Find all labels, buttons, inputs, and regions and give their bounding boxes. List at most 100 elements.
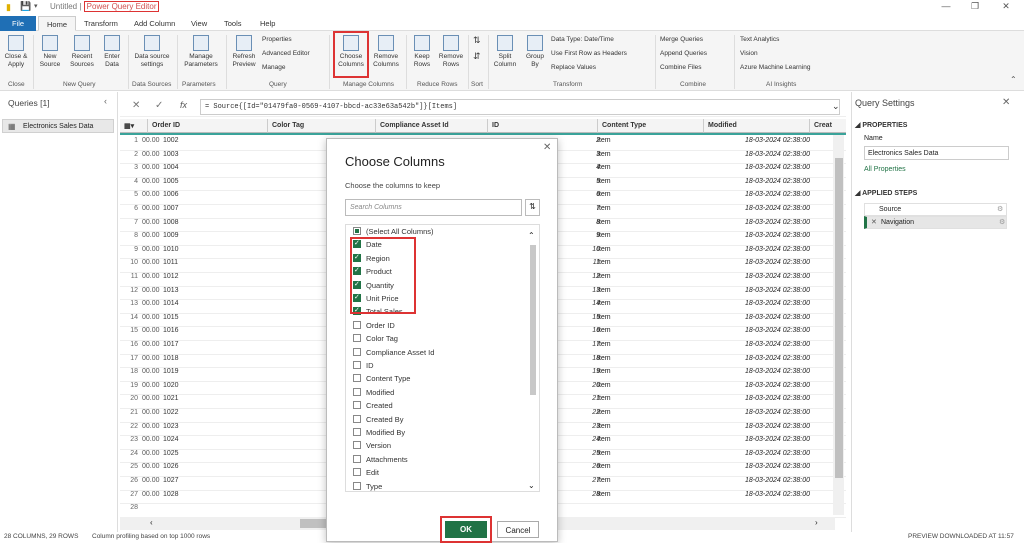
sort-columns-icon[interactable]: ⇅: [525, 199, 540, 216]
table-cell[interactable]: 00.00: [142, 219, 160, 226]
save-icon[interactable]: 💾: [20, 1, 31, 12]
profiling-status[interactable]: Column profiling based on top 1000 rows: [92, 533, 210, 540]
column-header-content-type[interactable]: Content Type: [598, 119, 704, 133]
tab-view[interactable]: View: [183, 16, 215, 31]
table-cell[interactable]: 00.00: [142, 314, 160, 321]
checkbox-icon[interactable]: [353, 361, 361, 369]
column-checkbox-item[interactable]: Created By: [353, 414, 523, 428]
close-dialog-icon[interactable]: ✕: [543, 142, 551, 153]
table-cell[interactable]: 14: [120, 314, 140, 321]
column-checkbox-item[interactable]: Type: [353, 481, 523, 491]
column-checkbox-item[interactable]: ID: [353, 361, 523, 374]
table-cell[interactable]: 00.00: [142, 300, 160, 307]
table-cell[interactable]: 00.00: [142, 205, 160, 212]
table-cell[interactable]: 18-03-2024 02:38:00: [704, 314, 810, 321]
advanced-editor-button[interactable]: Advanced Editor: [262, 50, 310, 58]
table-cell[interactable]: 22: [120, 423, 140, 430]
table-cell[interactable]: 18-03-2024 02:38:00: [704, 368, 810, 375]
table-cell[interactable]: 1024: [163, 436, 179, 443]
table-cell[interactable]: Item: [597, 450, 611, 457]
table-cell[interactable]: 18-03-2024 02:38:00: [704, 178, 810, 185]
table-cell[interactable]: 11: [120, 273, 140, 280]
table-cell[interactable]: Item: [597, 219, 611, 226]
close-pane-icon[interactable]: ✕: [1002, 97, 1010, 108]
tab-add-column[interactable]: Add Column: [126, 16, 183, 31]
table-cell[interactable]: 00.00: [142, 191, 160, 198]
table-cell[interactable]: 4: [120, 178, 140, 185]
table-cell[interactable]: 00.00: [142, 409, 160, 416]
column-checkbox-item[interactable]: Content Type: [353, 374, 523, 387]
table-cell[interactable]: 1005: [163, 178, 179, 185]
table-cell[interactable]: Item: [597, 314, 611, 321]
table-cell[interactable]: 1011: [163, 259, 178, 266]
table-cell[interactable]: 18-03-2024 02:38:00: [704, 246, 810, 253]
table-cell[interactable]: 1021: [163, 395, 179, 402]
table-cell[interactable]: 18-03-2024 02:38:00: [704, 395, 810, 402]
table-cell[interactable]: 18-03-2024 02:38:00: [704, 205, 810, 212]
recent-sources-button[interactable]: Recent Sources: [67, 35, 97, 69]
table-cell[interactable]: 1025: [163, 450, 179, 457]
table-cell[interactable]: 18-03-2024 02:38:00: [704, 232, 810, 239]
tab-tools[interactable]: Tools: [216, 16, 250, 31]
cancel-formula-icon[interactable]: ✕: [132, 100, 140, 111]
data-type-dropdown[interactable]: Data Type: Date/Time: [551, 36, 614, 44]
table-cell[interactable]: 1028: [163, 491, 179, 498]
checkbox-icon[interactable]: [353, 227, 361, 235]
step-navigation[interactable]: ✕ Navigation ⚙: [864, 216, 1007, 229]
column-checkbox-item[interactable]: Created: [353, 401, 523, 414]
table-cell[interactable]: 5: [120, 191, 140, 198]
table-cell[interactable]: Item: [597, 246, 611, 253]
table-cell[interactable]: 18-03-2024 02:38:00: [704, 300, 810, 307]
sort-descending-icon[interactable]: ⇵: [473, 52, 481, 61]
table-cell[interactable]: 00.00: [142, 287, 160, 294]
choose-columns-button[interactable]: Choose Columns: [333, 31, 369, 78]
table-cell[interactable]: 1027: [163, 477, 179, 484]
table-cell[interactable]: Item: [597, 395, 611, 402]
table-cell[interactable]: 23: [120, 436, 140, 443]
table-cell[interactable]: 25: [120, 463, 140, 470]
table-cell[interactable]: 3: [120, 164, 140, 171]
checkbox-icon[interactable]: [353, 387, 361, 396]
azure-ml-button[interactable]: Azure Machine Learning: [740, 64, 810, 72]
group-by-button[interactable]: Group By: [522, 35, 548, 69]
table-cell[interactable]: 1002: [163, 137, 179, 144]
table-cell[interactable]: Item: [597, 164, 611, 171]
table-cell[interactable]: 1017: [163, 341, 179, 348]
table-cell[interactable]: 00.00: [142, 463, 160, 470]
table-cell[interactable]: 1007: [163, 205, 179, 212]
tab-home[interactable]: Home: [38, 16, 77, 31]
checkbox-icon[interactable]: [353, 401, 361, 410]
close-window-icon[interactable]: ✕: [996, 1, 1016, 15]
table-cell[interactable]: 00.00: [142, 259, 160, 266]
table-cell[interactable]: 18-03-2024 02:38:00: [704, 137, 810, 144]
table-cell[interactable]: 18-03-2024 02:38:00: [704, 259, 810, 266]
table-cell[interactable]: 1004: [163, 164, 179, 171]
manage-parameters-button[interactable]: Manage Parameters: [180, 35, 222, 69]
enter-data-button[interactable]: Enter Data: [101, 35, 123, 69]
collapse-ribbon-icon[interactable]: ⌃: [1010, 75, 1017, 84]
table-cell[interactable]: 12: [120, 287, 140, 294]
table-cell[interactable]: 9: [120, 246, 140, 253]
checkbox-icon[interactable]: [353, 414, 361, 423]
table-cell[interactable]: 18-03-2024 02:38:00: [704, 450, 810, 457]
table-cell[interactable]: 18-03-2024 02:38:00: [704, 436, 810, 443]
remove-columns-button[interactable]: Remove Columns: [370, 35, 402, 69]
checkbox-icon[interactable]: [353, 374, 361, 383]
table-cell[interactable]: 00.00: [142, 341, 160, 348]
table-cell[interactable]: 19: [120, 382, 140, 389]
table-cell[interactable]: 20: [120, 395, 140, 402]
table-cell[interactable]: Item: [597, 409, 611, 416]
table-cell[interactable]: 00.00: [142, 273, 160, 280]
minimize-icon[interactable]: —: [936, 1, 956, 15]
table-cell[interactable]: 18-03-2024 02:38:00: [704, 423, 810, 430]
table-menu-button[interactable]: ▦▾: [120, 119, 148, 133]
table-cell[interactable]: Item: [597, 178, 611, 185]
table-cell[interactable]: 21: [120, 409, 140, 416]
table-cell[interactable]: Item: [597, 382, 611, 389]
split-column-button[interactable]: Split Column: [491, 35, 519, 69]
table-cell[interactable]: 1016: [163, 327, 179, 334]
column-checkbox-item[interactable]: Order ID: [353, 320, 523, 334]
table-cell[interactable]: 18-03-2024 02:38:00: [704, 491, 810, 498]
checkbox-icon[interactable]: [353, 334, 361, 343]
table-cell[interactable]: 18-03-2024 02:38:00: [704, 355, 810, 362]
